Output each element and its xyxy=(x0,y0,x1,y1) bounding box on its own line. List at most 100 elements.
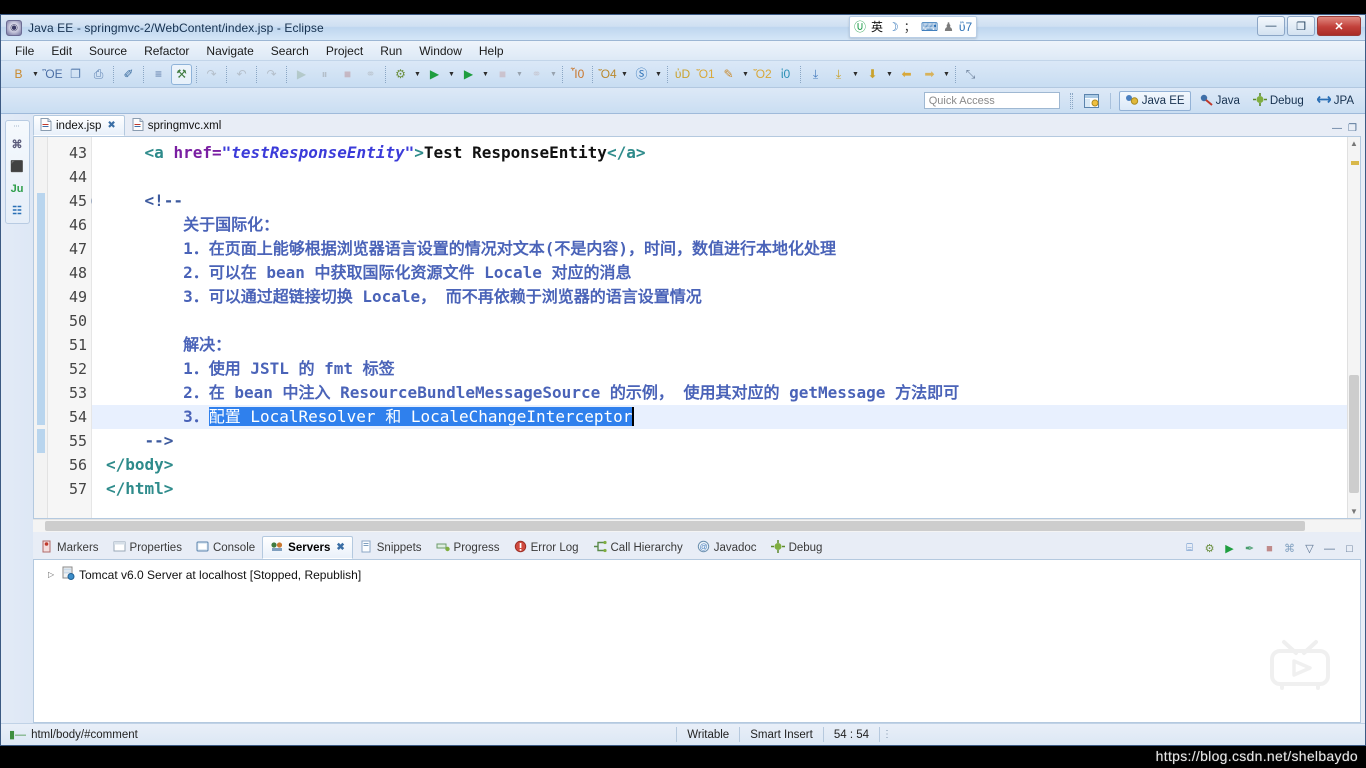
forward-dropdown-arrow[interactable]: ▼ xyxy=(941,64,952,85)
new-java-class-dropdown-arrow[interactable]: ▼ xyxy=(619,64,630,85)
close-icon[interactable]: ✖ xyxy=(336,542,344,553)
editor-minimize-button[interactable]: — xyxy=(1332,123,1342,134)
code-line[interactable]: </html> xyxy=(92,477,1347,501)
code-line[interactable]: 2．可以在 bean 中获取国际化资源文件 Locale 对应的消息 xyxy=(92,261,1347,285)
toolbar-grip[interactable] xyxy=(1070,93,1073,109)
back-button[interactable]: ⬅ xyxy=(896,64,917,85)
code-line[interactable]: --> xyxy=(92,429,1347,453)
menu-source[interactable]: Source xyxy=(81,42,135,60)
junit-view-icon[interactable]: Ju xyxy=(9,181,26,196)
menu-file[interactable]: File xyxy=(7,42,42,60)
code-line[interactable]: 1．使用 JSTL 的 fmt 标签 xyxy=(92,357,1347,381)
tab-progress[interactable]: Progress xyxy=(429,536,507,559)
tab-error-log[interactable]: Error Log xyxy=(507,536,586,559)
run-dropdown-arrow[interactable]: ▼ xyxy=(446,64,457,85)
run-button[interactable]: ▶ xyxy=(424,64,445,85)
code-line[interactable]: <!-- xyxy=(92,189,1347,213)
editor-tab-springmvc-xml[interactable]: springmvc.xml xyxy=(125,115,230,136)
view-menu-button[interactable]: ▽ xyxy=(1302,541,1317,556)
scroll-down-arrow[interactable]: ▼ xyxy=(1350,507,1358,516)
external-tools-button[interactable]: ✎ xyxy=(718,64,739,85)
toolbox-icon[interactable]: ὒ7 xyxy=(959,21,972,33)
last-edit-location-button[interactable]: ⬇ xyxy=(862,64,883,85)
servers-view-body[interactable]: ▷ Tomcat v6.0 Server at localhost [Stopp… xyxy=(33,559,1361,723)
tab-call-hierarchy[interactable]: Call Hierarchy xyxy=(586,536,690,559)
restore-stack-button[interactable]: ⋯ xyxy=(14,124,21,130)
publish-server-button[interactable]: ⌘ xyxy=(1282,541,1297,556)
ime-toolbar[interactable]: Ⓤ 英 ☽ ； ⌨ ♟ ὒ7 xyxy=(849,16,977,38)
status-insert-mode[interactable]: Smart Insert xyxy=(739,727,823,742)
menu-search[interactable]: Search xyxy=(263,42,317,60)
maximize-view-button[interactable]: □ xyxy=(1342,541,1357,556)
moon-icon[interactable]: ☽ xyxy=(888,21,899,33)
chinese-mode-icon[interactable]: 英 xyxy=(871,21,883,33)
code-line[interactable]: </body> xyxy=(92,453,1347,477)
perspective-jpa[interactable]: JPA xyxy=(1312,91,1359,111)
perspective-debug[interactable]: Debug xyxy=(1248,91,1309,111)
overview-warning-marker[interactable] xyxy=(1351,161,1359,165)
run-as-server-dropdown-arrow[interactable]: ▼ xyxy=(480,64,491,85)
menu-window[interactable]: Window xyxy=(411,42,470,60)
minimize-view-button[interactable]: — xyxy=(1322,541,1337,556)
code-text-area[interactable]: <a href="testResponseEntity">Test Respon… xyxy=(92,137,1347,518)
open-perspective-icon[interactable] xyxy=(1082,91,1102,110)
previous-annotation-dropdown-arrow[interactable]: ▼ xyxy=(850,64,861,85)
menu-refactor[interactable]: Refactor xyxy=(136,42,197,60)
search-button[interactable]: Ⓢ xyxy=(631,64,652,85)
tree-expand-arrow[interactable]: ▷ xyxy=(48,570,57,579)
maximize-button[interactable]: ❐ xyxy=(1287,16,1315,36)
new-wizard-button[interactable]: ὜B xyxy=(8,64,29,85)
save-button[interactable]: ὋE xyxy=(42,64,63,85)
save-all-button[interactable]: ❐ xyxy=(65,64,86,85)
stop-server-button[interactable]: ■ xyxy=(1262,541,1277,556)
servers-view-icon[interactable]: ⬛ xyxy=(9,159,26,174)
debug-dropdown-arrow[interactable]: ▼ xyxy=(412,64,423,85)
print-button[interactable]: ⎙ xyxy=(88,64,109,85)
tab-console[interactable]: Console xyxy=(189,536,262,559)
last-edit-location-dropdown-arrow[interactable]: ▼ xyxy=(884,64,895,85)
code-line[interactable] xyxy=(92,165,1347,189)
previous-annotation-button[interactable]: ⤓ xyxy=(828,64,849,85)
code-line[interactable]: 解决： xyxy=(92,333,1347,357)
start-server-button[interactable]: ▶ xyxy=(1222,541,1237,556)
menu-edit[interactable]: Edit xyxy=(43,42,80,60)
breadcrumb[interactable]: html/body/#comment xyxy=(31,729,138,741)
tab-servers[interactable]: Servers ✖ xyxy=(262,536,353,559)
new-ejb-project-button[interactable]: Ἶ0 xyxy=(567,64,588,85)
code-line[interactable]: <a href="testResponseEntity">Test Respon… xyxy=(92,141,1347,165)
user-icon[interactable]: ♟ xyxy=(943,21,954,33)
outline-view-icon[interactable]: ☷ xyxy=(9,203,26,218)
horizontal-scroll-thumb[interactable] xyxy=(45,521,1305,531)
quick-access-input[interactable]: Quick Access xyxy=(924,92,1060,109)
editor-vertical-scrollbar[interactable]: ▲ ▼ xyxy=(1347,137,1360,518)
stop-dropdown-arrow[interactable]: ▼ xyxy=(514,64,525,85)
server-tree-item[interactable]: ▷ Tomcat v6.0 Server at localhost [Stopp… xyxy=(34,565,1360,584)
sogou-logo-icon[interactable]: Ⓤ xyxy=(854,21,866,33)
perspective-java-ee[interactable]: Java EE xyxy=(1119,91,1191,111)
profile-dropdown-arrow[interactable]: ▼ xyxy=(548,64,559,85)
editor-annotation-ruler[interactable] xyxy=(34,137,48,518)
vertical-scroll-thumb[interactable] xyxy=(1349,375,1359,493)
open-perspective-button[interactable]: Ὄ2 xyxy=(752,64,773,85)
code-line[interactable]: 1．在页面上能够根据浏览器语言设置的情况对文本(不是内容)，时间，数值进行本地化… xyxy=(92,237,1347,261)
code-line[interactable]: 3．配置 LocalResolver 和 LocaleChangeInterce… xyxy=(92,405,1347,429)
status-more-button[interactable]: ⋮ xyxy=(879,727,895,742)
open-type-button[interactable]: ὐD xyxy=(672,64,693,85)
code-line[interactable]: 2．在 bean 中注入 ResourceBundleMessageSource… xyxy=(92,381,1347,405)
restore-button[interactable]: ⤡ xyxy=(960,64,981,85)
code-line[interactable]: 3．可以通过超链接切换 Locale， 而不再依赖于浏览器的语言设置情况 xyxy=(92,285,1347,309)
toggle-mark-occurrences-button[interactable]: ✐ xyxy=(118,64,139,85)
new-wizard-dropdown-arrow[interactable]: ▼ xyxy=(30,64,41,85)
external-tools-dropdown-arrow[interactable]: ▼ xyxy=(740,64,751,85)
perspective-java[interactable]: Java xyxy=(1194,91,1245,111)
menu-project[interactable]: Project xyxy=(318,42,371,60)
run-as-server-button[interactable]: ▶ xyxy=(458,64,479,85)
validate-button[interactable]: ⚒ xyxy=(171,64,192,85)
new-server-button[interactable]: ⌸ xyxy=(1182,541,1197,556)
next-annotation-button[interactable]: ⤓ xyxy=(805,64,826,85)
editor-maximize-button[interactable]: ❐ xyxy=(1348,123,1357,134)
tab-markers[interactable]: Markers xyxy=(33,536,106,559)
tab-properties[interactable]: Properties xyxy=(106,536,189,559)
editor-horizontal-scrollbar[interactable] xyxy=(33,519,1361,532)
debug-server-button[interactable]: ⚙ xyxy=(1202,541,1217,556)
